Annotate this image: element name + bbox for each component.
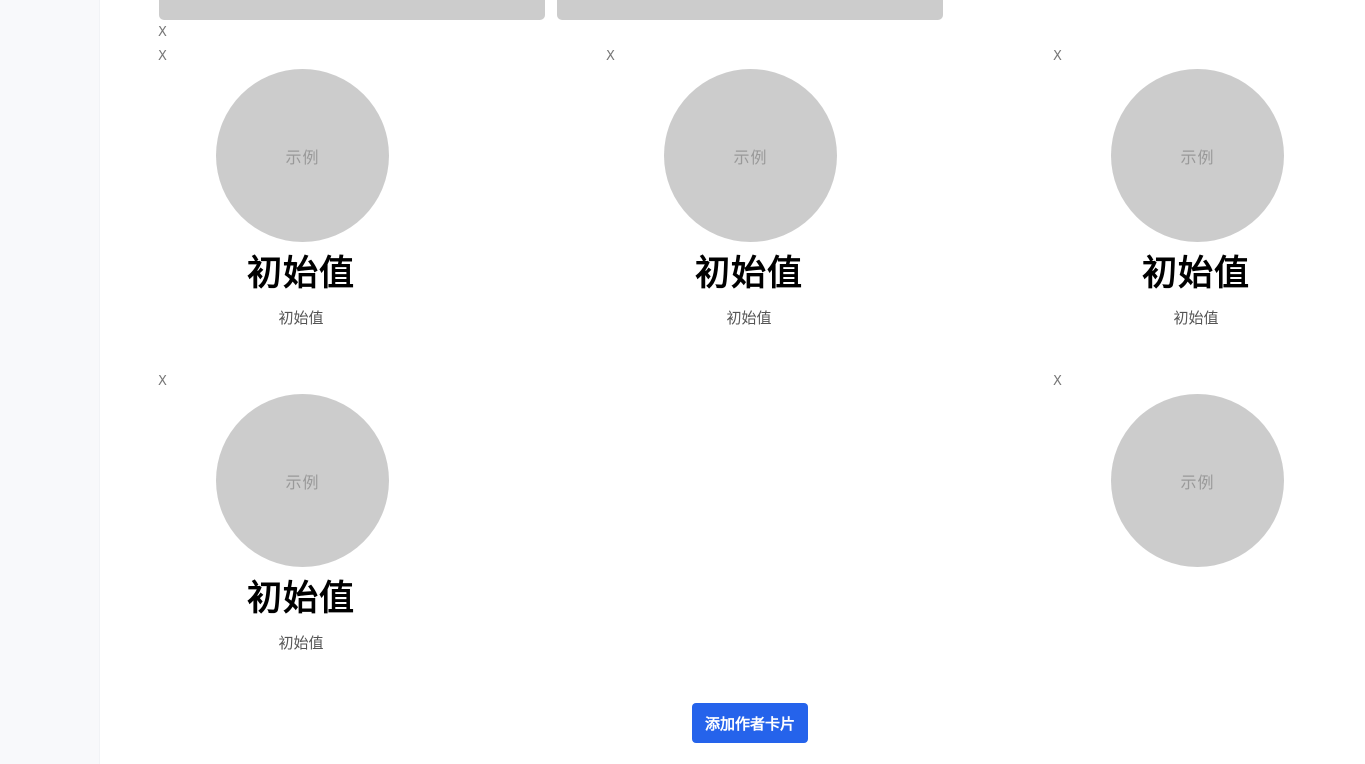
sidebar xyxy=(0,0,100,764)
author-name: 初始值 xyxy=(246,579,355,619)
author-card: 示例 xyxy=(1054,382,1284,682)
close-icon[interactable]: X xyxy=(158,26,167,40)
avatar[interactable]: 示例 xyxy=(216,394,389,567)
top-block-right xyxy=(557,0,943,20)
author-card: 示例 初始值 初始值 xyxy=(1054,57,1284,357)
author-subtitle: 初始值 xyxy=(278,634,324,652)
avatar-placeholder-text: 示例 xyxy=(1180,472,1215,492)
avatar-placeholder-text: 示例 xyxy=(1180,147,1215,167)
add-author-card-button[interactable]: 添加作者卡片 xyxy=(692,703,808,743)
author-card: 示例 初始值 初始值 xyxy=(159,382,389,682)
author-name: 初始值 xyxy=(694,254,803,294)
avatar[interactable]: 示例 xyxy=(1111,69,1284,242)
avatar[interactable]: 示例 xyxy=(664,69,837,242)
avatar-placeholder-text: 示例 xyxy=(285,472,320,492)
avatar[interactable]: 示例 xyxy=(1111,394,1284,567)
author-card: 示例 初始值 初始值 xyxy=(159,57,389,357)
avatar[interactable]: 示例 xyxy=(216,69,389,242)
top-block-left xyxy=(159,0,545,20)
avatar-placeholder-text: 示例 xyxy=(285,147,320,167)
main-content: X X 示例 初始值 初始值 X 示例 初始值 初始值 X 示例 初始值 初始值… xyxy=(100,0,1365,764)
author-card: 示例 初始值 初始值 xyxy=(607,57,837,357)
author-name: 初始值 xyxy=(246,254,355,294)
author-subtitle: 初始值 xyxy=(726,309,772,327)
author-subtitle: 初始值 xyxy=(1173,309,1219,327)
author-name: 初始值 xyxy=(1141,254,1250,294)
avatar-placeholder-text: 示例 xyxy=(733,147,768,167)
author-subtitle: 初始值 xyxy=(278,309,324,327)
